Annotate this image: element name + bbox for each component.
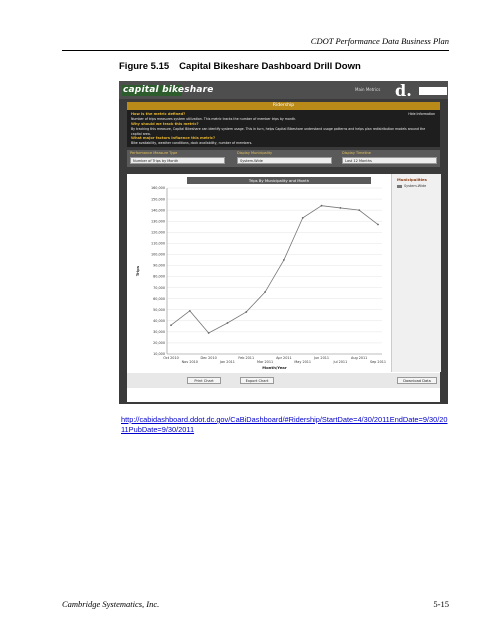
dashboard-topbar: capital bikeshare Main Metrics d. bbox=[119, 81, 448, 100]
x-tick-label: May 2011 bbox=[294, 360, 311, 364]
x-tick-label: Mar 2011 bbox=[257, 360, 273, 364]
data-point bbox=[301, 216, 304, 219]
x-tick-label: Jul 2011 bbox=[332, 360, 347, 364]
x-tick-label: Jun 2011 bbox=[313, 356, 329, 360]
trips-line-chart: 10,00020,00030,00040,00050,00060,00070,0… bbox=[135, 186, 386, 370]
brand-mark: d. bbox=[395, 81, 412, 100]
y-tick-label: 150,000 bbox=[151, 197, 165, 201]
info-answer: Bike availability, weather conditions, d… bbox=[131, 141, 253, 145]
municipality-filter: Display Municipality System-Wide bbox=[237, 151, 332, 164]
measure-type-filter: Performance Measure Type Number of Trips… bbox=[130, 151, 225, 164]
data-point bbox=[170, 324, 172, 327]
legend-title: Municipalities bbox=[397, 177, 427, 182]
legend-item-label: System-Wide bbox=[404, 184, 427, 188]
y-tick-label: 60,000 bbox=[153, 297, 165, 301]
y-tick-label: 110,000 bbox=[151, 242, 165, 246]
data-point bbox=[226, 322, 229, 324]
x-tick-label: Oct 2010 bbox=[163, 356, 179, 360]
x-tick-label: Apr 2011 bbox=[276, 356, 292, 360]
filter-label: Display Municipality bbox=[237, 151, 273, 155]
y-axis-label: Trips bbox=[135, 265, 140, 276]
y-tick-label: 50,000 bbox=[153, 308, 165, 312]
y-tick-label: 80,000 bbox=[153, 275, 165, 279]
municipality-select[interactable]: System-Wide bbox=[237, 157, 332, 164]
filter-label: Display Timeline bbox=[342, 151, 371, 155]
x-tick-label: Dec 2010 bbox=[200, 356, 216, 360]
timeline-filter: Display Timeline Last 12 Months bbox=[342, 151, 437, 164]
footer-publisher: Cambridge Systematics, Inc. bbox=[62, 599, 160, 609]
timeline-select[interactable]: Last 12 Months bbox=[342, 157, 437, 164]
y-tick-label: 140,000 bbox=[151, 208, 165, 212]
metric-info-panel: Hide Information How is the metric defin… bbox=[127, 110, 440, 147]
data-point bbox=[188, 309, 191, 312]
header-rule bbox=[62, 50, 449, 51]
x-tick-label: Feb 2011 bbox=[238, 356, 254, 360]
main-metrics-link[interactable]: Main Metrics bbox=[355, 87, 380, 92]
data-point bbox=[264, 291, 266, 293]
legend-item-system-wide[interactable]: System-Wide bbox=[392, 182, 441, 188]
filter-bar: Performance Measure Type Number of Trips… bbox=[127, 150, 440, 167]
x-tick-label: Sep 2011 bbox=[370, 360, 386, 364]
y-tick-label: 40,000 bbox=[153, 319, 165, 323]
info-question: What major factors influence this metric… bbox=[131, 136, 216, 140]
data-point bbox=[339, 207, 342, 209]
data-point bbox=[358, 209, 361, 212]
chart-legend: Municipalities System-Wide bbox=[391, 174, 441, 372]
series-line bbox=[170, 205, 379, 334]
info-question: Why should we track this metric? bbox=[131, 122, 199, 126]
chart-button-bar: Print Chart Export Chart Download Data bbox=[127, 373, 440, 388]
data-point bbox=[245, 311, 248, 313]
y-tick-label: 70,000 bbox=[153, 286, 165, 290]
filter-label: Performance Measure Type bbox=[130, 151, 178, 155]
y-tick-label: 90,000 bbox=[153, 264, 165, 268]
figure-number: Figure 5.15 bbox=[119, 61, 170, 72]
panel-title: Ridership bbox=[272, 103, 295, 108]
x-tick-label: Jan 2011 bbox=[219, 360, 235, 364]
brand-logo-box bbox=[419, 87, 447, 95]
y-tick-label: 120,000 bbox=[151, 230, 165, 234]
y-tick-label: 130,000 bbox=[151, 219, 165, 223]
measure-type-select[interactable]: Number of Trips by Month bbox=[130, 157, 225, 164]
y-tick-label: 100,000 bbox=[151, 253, 165, 257]
dashboard-url-link[interactable]: http://cabidashboard.ddot.dc.gov/CaBiDas… bbox=[121, 415, 451, 435]
y-tick-label: 20,000 bbox=[153, 341, 165, 345]
x-axis-label: Month/Year bbox=[262, 365, 287, 370]
figure-title: Capital Bikeshare Dashboard Drill Down bbox=[179, 61, 361, 72]
data-point bbox=[377, 223, 379, 226]
ridership-title-bar: Ridership bbox=[127, 102, 440, 110]
export-chart-button[interactable]: Export Chart bbox=[240, 377, 274, 384]
running-header: CDOT Performance Data Business Plan bbox=[310, 36, 449, 46]
print-chart-button[interactable]: Print Chart bbox=[187, 377, 221, 384]
info-answer: Number of trips measures system utilizat… bbox=[131, 117, 297, 121]
data-point bbox=[320, 204, 323, 207]
info-answer: By tracking this measure, Capital Bikesh… bbox=[131, 127, 426, 136]
legend-swatch bbox=[397, 184, 402, 188]
download-data-button[interactable]: Download Data bbox=[397, 377, 437, 384]
data-point bbox=[283, 259, 285, 261]
x-tick-label: Aug 2011 bbox=[351, 356, 367, 360]
figure-caption: Figure 5.15 Capital Bikeshare Dashboard D… bbox=[119, 61, 361, 72]
capital-bikeshare-logo: capital bikeshare bbox=[123, 85, 214, 95]
chart-panel: Trips By Municipality and Month 10,000 20… bbox=[127, 174, 441, 402]
hide-information-link[interactable]: Hide Information bbox=[408, 112, 435, 116]
page-number: 5-15 bbox=[433, 599, 449, 609]
y-tick-label: 160,000 bbox=[151, 186, 165, 190]
info-question: How is the metric defined? bbox=[131, 112, 186, 116]
y-tick-label: 30,000 bbox=[153, 330, 165, 334]
x-tick-label: Nov 2010 bbox=[182, 360, 198, 364]
dashboard-screenshot: capital bikeshare Main Metrics d. Riders… bbox=[119, 81, 448, 404]
data-point bbox=[207, 332, 210, 334]
